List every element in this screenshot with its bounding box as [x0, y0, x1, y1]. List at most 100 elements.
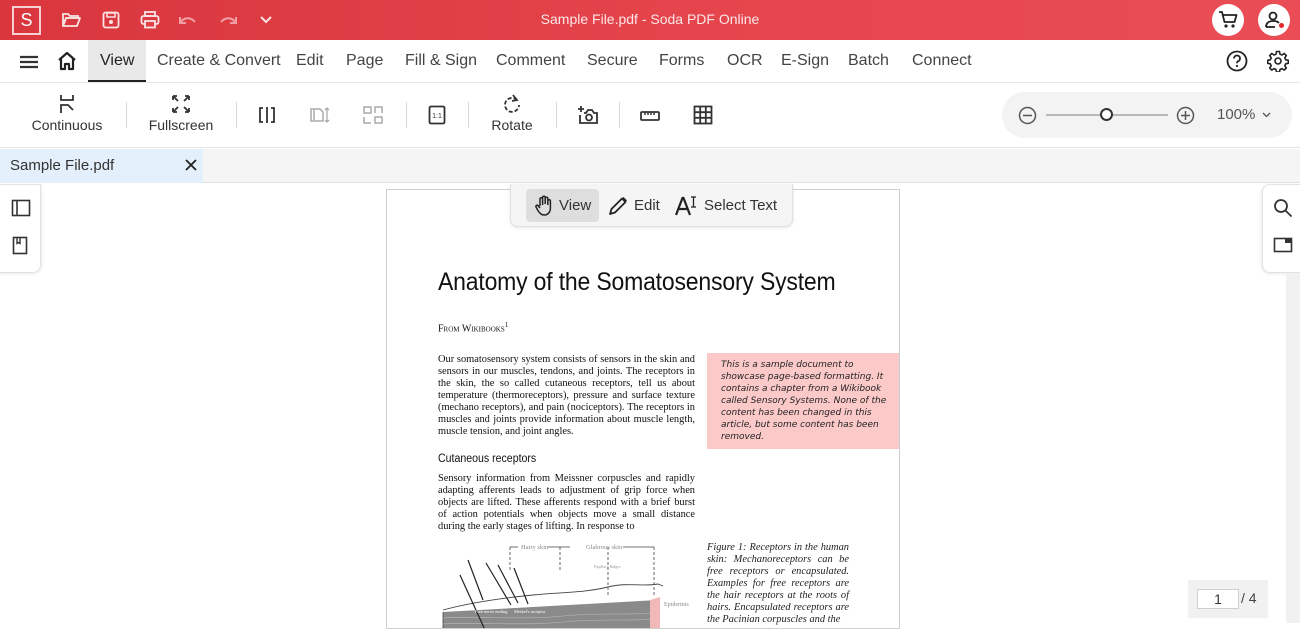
menu-comment[interactable]: Comment: [484, 40, 577, 82]
menu-e-sign[interactable]: E-Sign: [769, 40, 841, 82]
menu-ocr[interactable]: OCR: [715, 40, 775, 82]
menu-create-convert[interactable]: Create & Convert: [145, 40, 293, 82]
source-text: From Wikibooks: [438, 323, 505, 335]
menu-connect[interactable]: Connect: [900, 40, 984, 82]
hand-icon: [535, 195, 552, 216]
zoom-slider-thumb[interactable]: [1100, 108, 1113, 121]
document-workspace: Anatomy of the Somatosensory System From…: [0, 184, 1300, 629]
document-source: From Wikibooks1: [438, 321, 508, 334]
print-icon[interactable]: [139, 9, 161, 31]
toolbar-separator: [619, 102, 620, 128]
rotate-label: Rotate: [491, 117, 533, 133]
continuous-label: Continuous: [31, 117, 103, 133]
figure-label-hairy: Hairy skin: [521, 544, 549, 551]
actual-size-icon[interactable]: 1:1: [428, 105, 446, 130]
grid-icon[interactable]: [693, 105, 713, 130]
toolbar-separator: [126, 102, 127, 128]
cutaneous-paragraph: Sensory information from Meissner corpus…: [438, 473, 695, 532]
properties-panel-icon[interactable]: [1273, 237, 1293, 258]
split-view-icon[interactable]: [258, 106, 276, 129]
title-bar: S Sample File.pdf - Soda PDF Online: [0, 0, 1300, 40]
figure-label-free-nerve: Free nerve ending: [475, 609, 508, 614]
document-tab[interactable]: Sample File.pdf: [0, 149, 203, 183]
toolbar-separator: [236, 102, 237, 128]
hamburger-menu-icon[interactable]: [18, 52, 40, 72]
zoom-level-dropdown[interactable]: 100%: [1217, 106, 1271, 123]
svg-text:1:1: 1:1: [432, 113, 442, 120]
zoom-control: 100%: [1002, 92, 1292, 138]
save-icon[interactable]: [100, 9, 122, 31]
thumbnails-panel-icon[interactable]: [11, 199, 31, 222]
footnote-marker: 1: [504, 321, 509, 329]
interaction-mode-bar: View Edit Select Text: [510, 184, 793, 227]
continuous-button[interactable]: Continuous: [30, 94, 104, 133]
skin-receptors-figure: Hairy skin Glabrous skin Papillary Ridge…: [442, 544, 689, 628]
intro-paragraph: Our somatosensory system consists of sen…: [438, 354, 695, 437]
fullscreen-icon: [172, 95, 190, 113]
select-text-mode-label: Select Text: [704, 197, 778, 214]
edit-mode-label: Edit: [634, 197, 660, 214]
document-title: Anatomy of the Somatosensory System: [438, 268, 836, 296]
menu-view[interactable]: View: [88, 40, 147, 82]
zoom-in-icon[interactable]: [1176, 106, 1195, 130]
continuous-icon: [60, 95, 74, 113]
text-select-icon: [675, 195, 696, 215]
menu-batch[interactable]: Batch: [836, 40, 901, 82]
select-text-mode-button[interactable]: Select Text: [667, 189, 785, 222]
toolbar-separator: [556, 102, 557, 128]
snapshot-icon[interactable]: [577, 105, 599, 130]
page-grid-icon: [363, 106, 383, 129]
menu-bar: View Create & Convert Edit Page Fill & S…: [0, 40, 1300, 83]
search-icon[interactable]: [1273, 198, 1293, 223]
rotate-icon: [504, 94, 520, 113]
document-tab-label: Sample File.pdf: [10, 157, 115, 174]
menu-edit[interactable]: Edit: [284, 40, 336, 82]
rotate-button[interactable]: Rotate: [486, 94, 538, 133]
ruler-icon[interactable]: [640, 109, 660, 127]
fit-height-icon: [310, 106, 330, 129]
pdf-page: Anatomy of the Somatosensory System From…: [386, 189, 900, 629]
fullscreen-button[interactable]: Fullscreen: [146, 94, 216, 133]
notification-dot: [1278, 22, 1285, 29]
figure-label-papillary: Papillary Ridges: [594, 564, 621, 569]
chevron-down-icon[interactable]: [255, 9, 277, 31]
cart-button[interactable]: [1212, 4, 1244, 36]
section-heading: Cutaneous receptors: [438, 453, 537, 465]
sample-note-box: This is a sample document to showcase pa…: [707, 353, 899, 449]
menu-page[interactable]: Page: [334, 40, 395, 82]
menu-fill-sign[interactable]: Fill & Sign: [393, 40, 489, 82]
right-side-panel: [1262, 184, 1300, 273]
settings-gear-icon[interactable]: [1266, 50, 1290, 77]
home-icon[interactable]: [56, 50, 78, 72]
page-navigator: / 4: [1188, 580, 1268, 618]
vertical-scrollbar[interactable]: [1286, 273, 1300, 623]
fullscreen-label: Fullscreen: [148, 117, 214, 133]
view-mode-label: View: [559, 197, 592, 214]
document-tabs: Sample File.pdf: [0, 149, 1300, 183]
cart-icon: [1219, 11, 1238, 28]
menu-forms[interactable]: Forms: [647, 40, 716, 82]
soda-logo[interactable]: S: [12, 6, 41, 35]
view-toolbar: Continuous Fullscreen 1:1 Rotate 100%: [0, 84, 1300, 148]
bookmarks-panel-icon[interactable]: [12, 236, 28, 260]
redo-icon[interactable]: [217, 9, 239, 31]
help-icon[interactable]: [1226, 50, 1248, 77]
current-page-input[interactable]: [1197, 589, 1239, 609]
close-tab-icon[interactable]: [184, 158, 198, 177]
pencil-icon: [609, 196, 627, 215]
figure-label-merkel: Merkel's receptor: [514, 609, 546, 614]
zoom-out-icon[interactable]: [1018, 106, 1037, 130]
total-pages: / 4: [1241, 590, 1257, 606]
figure-label-epidermis: Epidermis: [664, 602, 689, 608]
toolbar-separator: [468, 102, 469, 128]
undo-icon[interactable]: [177, 9, 199, 31]
account-button[interactable]: [1258, 4, 1290, 36]
left-side-panel: [0, 184, 41, 273]
chevron-down-icon: [1262, 112, 1271, 118]
figure-caption: Figure 1: Receptors in the human skin: M…: [707, 542, 849, 625]
menu-secure[interactable]: Secure: [575, 40, 650, 82]
open-folder-icon[interactable]: [60, 9, 82, 31]
view-mode-button[interactable]: View: [526, 189, 600, 222]
edit-mode-button[interactable]: Edit: [599, 189, 668, 222]
toolbar-separator: [406, 102, 407, 128]
